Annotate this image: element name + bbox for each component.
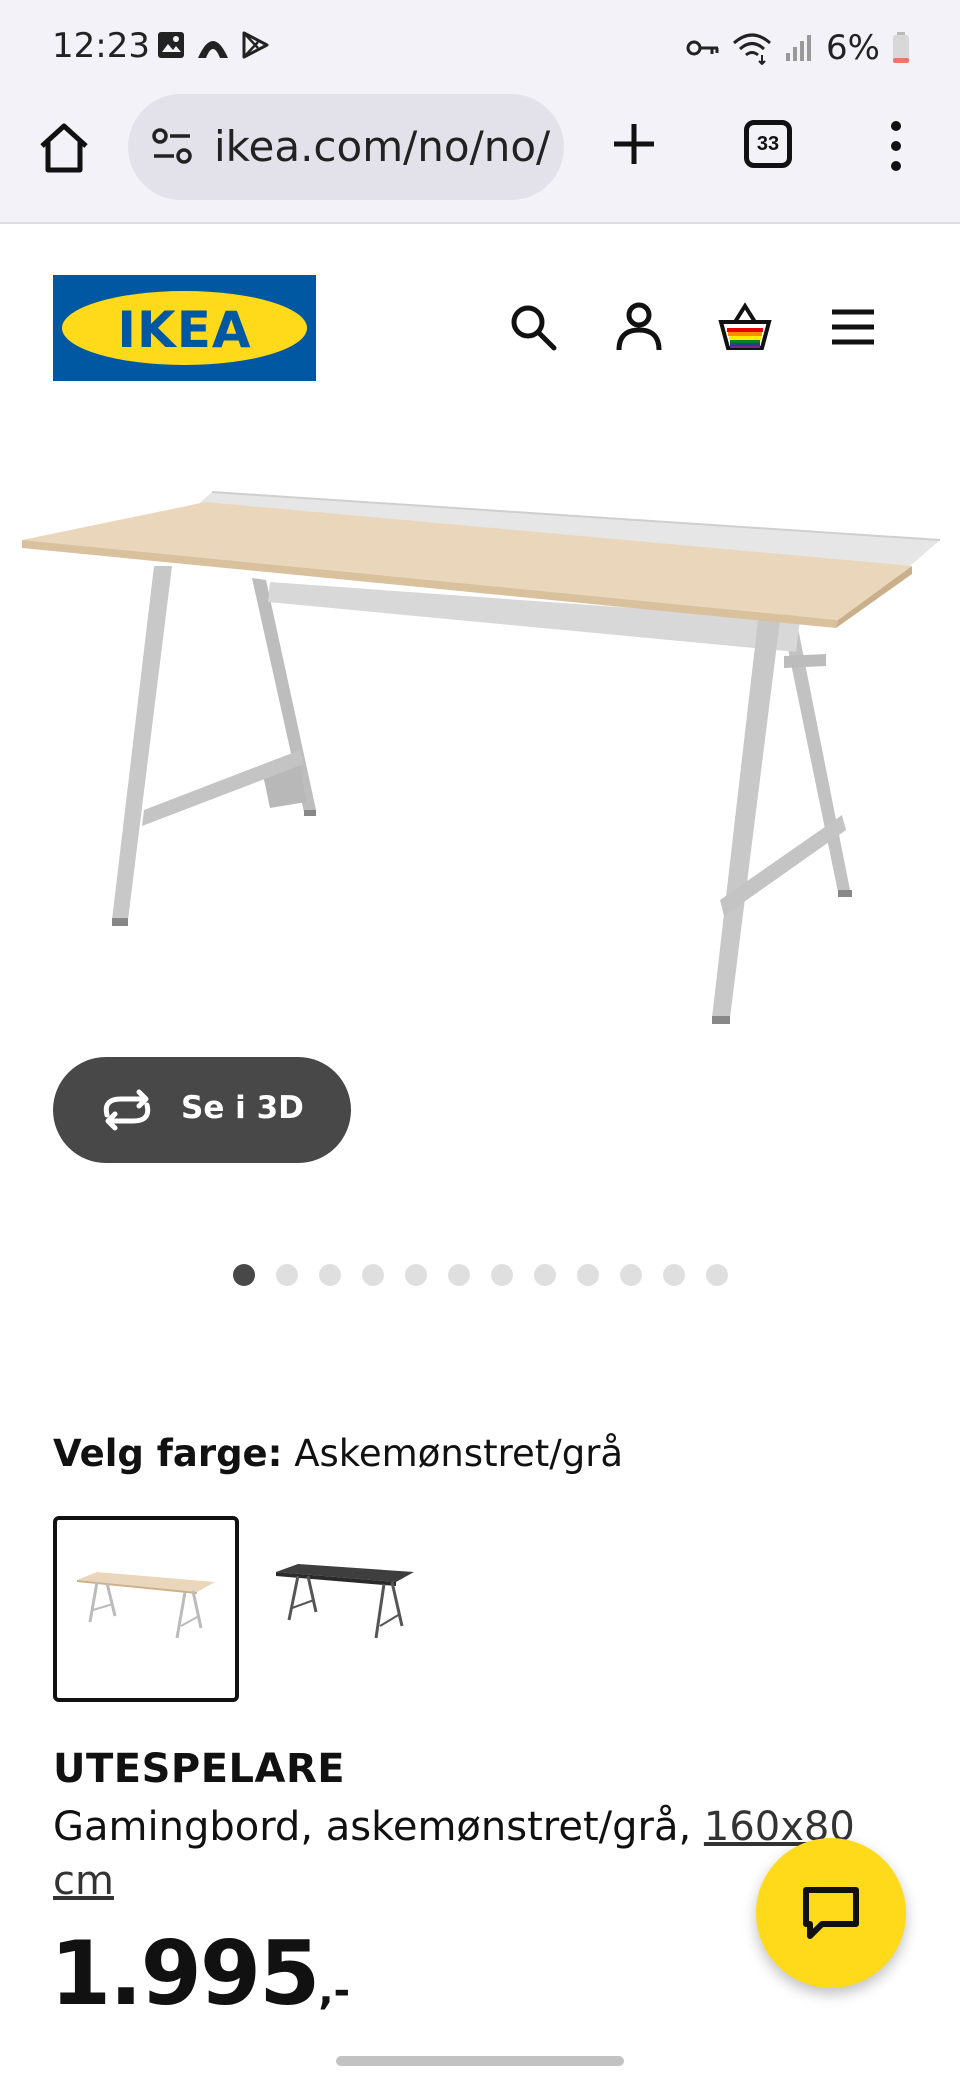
battery-icon <box>893 32 909 63</box>
battery-percent: 6% <box>826 28 880 68</box>
notification-icons <box>156 30 270 60</box>
product-type: Gamingbord, askemønstret/grå, <box>53 1804 692 1850</box>
carousel-dot[interactable] <box>405 1264 427 1286</box>
product-name: UTESPELARE <box>53 1746 346 1792</box>
view-3d-button[interactable]: Se i 3D <box>53 1057 351 1163</box>
view-3d-label: Se i 3D <box>181 1090 304 1126</box>
home-icon[interactable] <box>36 120 92 176</box>
color-selector-label: Velg farge: Askemønstret/grå <box>53 1432 623 1475</box>
tab-switcher-button[interactable]: 33 <box>744 120 792 168</box>
play-store-icon <box>242 31 269 59</box>
carousel-dot[interactable] <box>534 1264 556 1286</box>
address-bar[interactable]: ikea.com/no/no/p <box>128 94 564 200</box>
color-option-black[interactable] <box>256 1516 442 1702</box>
carousel-dot[interactable] <box>706 1264 728 1286</box>
vpn-key-icon <box>686 40 719 56</box>
gallery-icon <box>158 32 184 58</box>
rotate-3d-icon <box>103 1089 151 1131</box>
account-icon[interactable] <box>612 300 666 354</box>
color-value: Askemønstret/grå <box>294 1432 624 1475</box>
carousel-dot[interactable] <box>577 1264 599 1286</box>
price-suffix: ,- <box>318 1968 351 2014</box>
status-time: 12:23 <box>52 26 150 66</box>
price-value: 1.995 <box>50 1922 320 2025</box>
browser-toolbar: ikea.com/no/no/p 33 <box>0 92 960 224</box>
carousel-dot[interactable] <box>448 1264 470 1286</box>
product-image[interactable] <box>0 470 960 1030</box>
chat-button[interactable] <box>756 1838 906 1988</box>
wifi-icon <box>733 33 772 65</box>
carousel-dot[interactable] <box>491 1264 513 1286</box>
site-settings-icon[interactable] <box>150 126 194 166</box>
url-text: ikea.com/no/no/p <box>214 122 554 171</box>
black-desk-thumbnail <box>276 1564 414 1639</box>
carousel-dot[interactable] <box>663 1264 685 1286</box>
carousel-dot[interactable] <box>362 1264 384 1286</box>
menu-icon[interactable] <box>826 300 880 354</box>
status-bar: 12:23 6% <box>0 0 960 92</box>
product-description: Gamingbord, askemønstret/grå, 160x80 cm <box>53 1800 873 1908</box>
color-label: Velg farge: <box>53 1432 283 1475</box>
color-option-ash-grey[interactable] <box>53 1516 239 1702</box>
chat-icon <box>803 1887 859 1939</box>
carousel-dot[interactable] <box>276 1264 298 1286</box>
search-icon[interactable] <box>506 300 560 354</box>
more-options-icon[interactable] <box>880 118 912 174</box>
logo-text: IKEA <box>117 301 252 359</box>
signal-icon <box>786 35 812 61</box>
app-icon <box>198 41 228 58</box>
ikea-logo[interactable]: IKEA <box>53 275 316 381</box>
ash-grey-desk-thumbnail <box>77 1572 215 1639</box>
image-carousel-dots[interactable] <box>233 1264 728 1286</box>
carousel-dot[interactable] <box>233 1264 255 1286</box>
basket-icon[interactable] <box>718 300 772 354</box>
gesture-navigation-bar[interactable] <box>336 2056 624 2066</box>
carousel-dot[interactable] <box>319 1264 341 1286</box>
product-price: 1.995,- <box>50 1922 350 2025</box>
new-tab-icon[interactable] <box>606 116 662 172</box>
carousel-dot[interactable] <box>620 1264 642 1286</box>
